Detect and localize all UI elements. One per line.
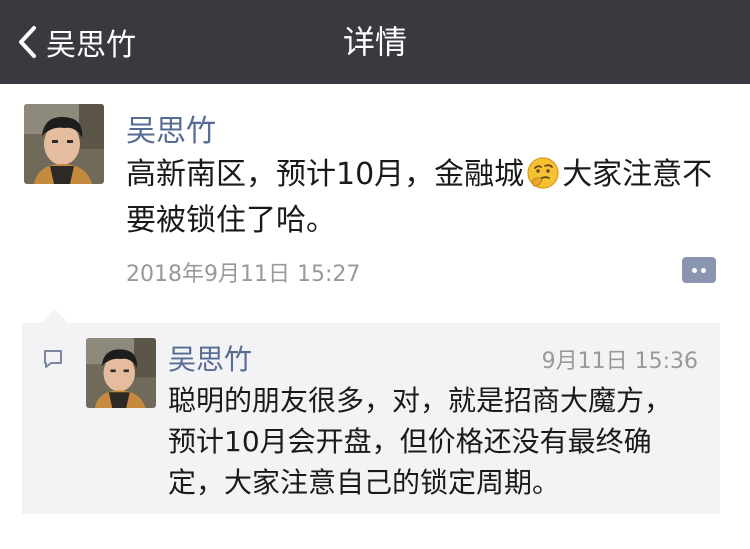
post-author-avatar[interactable] <box>24 104 104 184</box>
navigation-bar: 吴思竹 详情 <box>0 0 750 84</box>
post-author-name[interactable]: 吴思竹 <box>126 106 216 150</box>
more-dot-icon <box>692 268 697 273</box>
chevron-left-icon <box>18 25 38 59</box>
comment-author-name[interactable]: 吴思竹 <box>168 338 252 378</box>
back-button[interactable]: 吴思竹 <box>18 20 136 64</box>
comment-bubble-icon <box>42 348 64 374</box>
post-timestamp: 2018年9月11日 15:27 <box>126 262 361 287</box>
comment-author-avatar[interactable] <box>86 338 156 408</box>
more-dot-icon <box>701 268 706 273</box>
comment-timestamp: 9月11日 15:36 <box>541 349 698 374</box>
post-text-part-1: 高新南区，预计10月，金融城 <box>126 157 525 192</box>
back-label: 吴思竹 <box>46 28 136 63</box>
post-content: 高新南区，预计10月，金融城 大家注意不要被锁住了哈。 <box>126 152 726 244</box>
more-actions-button[interactable] <box>682 257 716 283</box>
comment-area-caret <box>42 309 68 323</box>
comment-text: 聪明的朋友很多，对，就是招商大魔方，预计10月会开盘，但价格还没有最终确定，大家… <box>168 384 673 499</box>
thinking-face-emoji-icon <box>526 156 560 190</box>
